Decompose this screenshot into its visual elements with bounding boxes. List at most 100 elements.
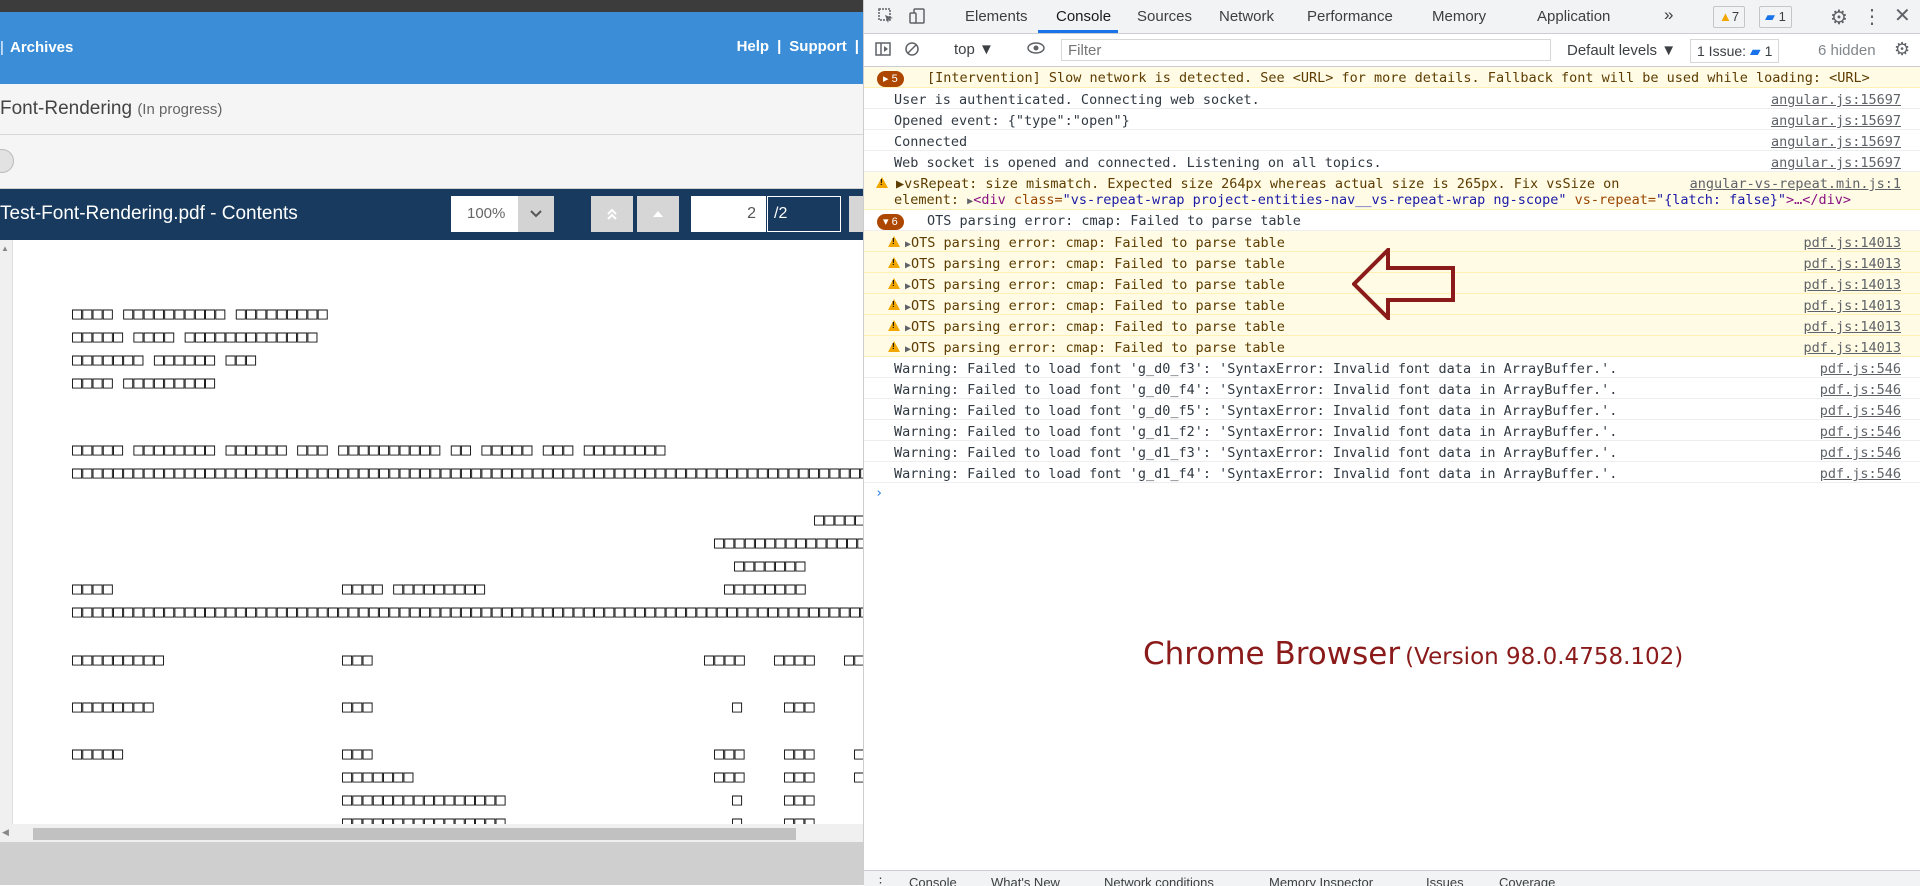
console-message-intervention[interactable]: ▸ 5 [Intervention] Slow network is detec… <box>864 67 1920 88</box>
device-toolbar-icon[interactable] <box>908 7 926 30</box>
source-link[interactable]: angular.js:15697 <box>1771 113 1901 129</box>
page-number-input[interactable]: 2 <box>691 196 766 232</box>
pdf-text-line: □□□□□ □□□□□□□□ □□□□□□ □□□ □□□□□□□□□□ □□ … <box>72 440 666 460</box>
close-icon[interactable]: ✕ <box>1894 3 1911 28</box>
pdf-text-line: □□□□□□□□□□□□□□□□ <box>342 790 506 810</box>
tab-performance[interactable]: Performance <box>1307 8 1393 25</box>
pdf-text-line: □□□ <box>714 767 745 787</box>
repeat-count: 6 <box>891 216 898 228</box>
source-link[interactable]: pdf.js:546 <box>1820 361 1901 377</box>
source-link[interactable]: angular.js:15697 <box>1771 92 1901 108</box>
console-message[interactable]: Warning: Failed to load font 'g_d0_f5': … <box>864 399 1920 420</box>
console-message[interactable]: Opened event: {"type":"open"} angular.js… <box>864 109 1920 130</box>
drawer-tab-console[interactable]: Console <box>909 875 957 886</box>
tab-application[interactable]: Application <box>1537 8 1610 25</box>
console-message[interactable]: Warning: Failed to load font 'g_d1_f2': … <box>864 420 1920 441</box>
console-prompt-row[interactable]: › <box>864 483 1920 505</box>
gear-icon[interactable]: ⚙ <box>1830 5 1848 30</box>
inspect-element-icon[interactable] <box>877 7 895 30</box>
message-text: Web socket is opened and connected. List… <box>894 155 1382 171</box>
console-message[interactable]: Warning: Failed to load font 'g_d1_f3': … <box>864 441 1920 462</box>
more-tabs-icon[interactable]: » <box>1664 5 1673 25</box>
tab-sources[interactable]: Sources <box>1137 8 1192 25</box>
archives-link[interactable]: Archives <box>10 39 73 56</box>
pdf-horizontal-scrollbar[interactable]: ◀ <box>0 824 863 842</box>
pdf-text-line: □□□□□□□ <box>342 767 414 787</box>
console-settings-icon[interactable]: ⚙ <box>1894 39 1910 60</box>
drawer-tab-issues[interactable]: Issues <box>1426 875 1464 886</box>
drawer-tab-network-conditions[interactable]: Network conditions <box>1104 875 1214 886</box>
pdf-text-line: □□□ <box>342 650 373 670</box>
prev-page-button[interactable] <box>637 196 679 232</box>
filter-input[interactable] <box>1061 39 1551 61</box>
next-page-button[interactable] <box>849 196 863 232</box>
default-levels-select[interactable]: Default levels ▼ <box>1567 42 1676 59</box>
console-warning-vsrepeat[interactable]: ▶vsRepeat: size mismatch. Expected size … <box>864 172 1920 210</box>
issues-count: 1 <box>1764 43 1773 59</box>
console-prompt[interactable]: › <box>875 485 883 501</box>
message-text: Warning: Failed to load font 'g_d1_f4': … <box>894 466 1618 482</box>
source-link[interactable]: angular-vs-repeat.min.js:1 <box>1690 176 1901 192</box>
element-reference[interactable]: element: ▶<div class="vs-repeat-wrap pro… <box>894 192 1851 208</box>
message-text: Warning: Failed to load font 'g_d1_f3': … <box>894 445 1618 461</box>
annotation-title: Chrome Browser <box>1143 636 1401 672</box>
console-message[interactable]: User is authenticated. Connecting web so… <box>864 88 1920 109</box>
sidebar-toggle-icon[interactable] <box>875 41 891 61</box>
source-link[interactable]: pdf.js:546 <box>1820 466 1901 482</box>
tab-elements[interactable]: Elements <box>965 8 1028 25</box>
messages-badge[interactable]: ▰ 1 <box>1759 6 1792 28</box>
source-link[interactable]: pdf.js:546 <box>1820 382 1901 398</box>
console-message[interactable]: Web socket is opened and connected. List… <box>864 151 1920 172</box>
collapse-button[interactable] <box>0 149 14 173</box>
console-group-ots[interactable]: ▾ 6 OTS parsing error: cmap: Failed to p… <box>864 210 1920 231</box>
source-link[interactable]: angular.js:15697 <box>1771 134 1901 150</box>
pdf-text-line: □□□□ <box>704 650 745 670</box>
source-link[interactable]: pdf.js:546 <box>1820 445 1901 461</box>
support-link[interactable]: Support <box>789 38 847 55</box>
context-select[interactable]: top ▼ <box>954 41 994 58</box>
message-text: OTS parsing error: cmap: Failed to parse… <box>911 277 1285 293</box>
console-warning[interactable]: ▶OTS parsing error: cmap: Failed to pars… <box>864 336 1920 357</box>
source-link[interactable]: pdf.js:546 <box>1820 403 1901 419</box>
tab-console[interactable]: Console <box>1056 8 1111 25</box>
pdf-text-line: □□□□□ <box>72 744 124 764</box>
tab-network[interactable]: Network <box>1219 8 1274 25</box>
zoom-select[interactable]: 100% <box>451 196 554 232</box>
first-page-button[interactable] <box>591 196 633 232</box>
source-link[interactable]: pdf.js:14013 <box>1803 319 1901 335</box>
header-links: Help | Support | <box>733 38 863 55</box>
drawer-tab-whats-new[interactable]: What's New <box>991 875 1060 886</box>
console-message[interactable]: Warning: Failed to load font 'g_d0_f3': … <box>864 357 1920 378</box>
issues-button[interactable]: 1 Issue: ▰ 1 <box>1690 39 1780 63</box>
source-link[interactable]: pdf.js:14013 <box>1803 235 1901 251</box>
source-link[interactable]: angular.js:15697 <box>1771 155 1901 171</box>
kebab-menu-icon[interactable]: ⋮ <box>1862 4 1882 29</box>
scrollbar-thumb[interactable] <box>33 828 796 840</box>
scroll-left-arrow-icon[interactable]: ◀ <box>2 827 9 838</box>
drawer-kebab-icon[interactable]: ⋮ <box>874 875 887 886</box>
page-current: 2 <box>747 205 756 222</box>
scroll-up-arrow-icon[interactable]: ▲ <box>1 244 9 253</box>
pdf-text-line: □□□□□□□□□□□□□□□□□□□□□□□□□□□□□□□□□□□□□□□□… <box>72 463 863 483</box>
warnings-badge[interactable]: ▲7 <box>1713 6 1746 28</box>
clear-console-icon[interactable] <box>904 41 920 61</box>
console-message[interactable]: Warning: Failed to load font 'g_d0_f4': … <box>864 378 1920 399</box>
drawer-tab-coverage[interactable]: Coverage <box>1499 875 1555 886</box>
source-link[interactable]: pdf.js:546 <box>1820 424 1901 440</box>
devtools-panel: Elements Console Sources Network Perform… <box>863 0 1920 886</box>
source-link[interactable]: pdf.js:14013 <box>1803 277 1901 293</box>
console-message[interactable]: Warning: Failed to load font 'g_d1_f4': … <box>864 462 1920 483</box>
help-link[interactable]: Help <box>737 38 770 55</box>
message-text: Warning: Failed to load font 'g_d0_f3': … <box>894 361 1618 377</box>
message-text: Opened event: {"type":"open"} <box>894 113 1130 129</box>
chevron-down-icon[interactable] <box>518 196 554 232</box>
console-message[interactable]: Connected angular.js:15697 <box>864 130 1920 151</box>
eye-icon[interactable] <box>1027 41 1045 59</box>
source-link[interactable]: pdf.js:14013 <box>1803 298 1901 314</box>
annotation-arrow-icon <box>1351 245 1456 325</box>
source-link[interactable]: pdf.js:14013 <box>1803 340 1901 356</box>
source-link[interactable]: pdf.js:14013 <box>1803 256 1901 272</box>
web-app: | Archives Help | Support | Font-Rendering … <box>0 0 863 885</box>
tab-memory[interactable]: Memory <box>1432 8 1486 25</box>
drawer-tab-memory-inspector[interactable]: Memory Inspector <box>1269 875 1373 886</box>
